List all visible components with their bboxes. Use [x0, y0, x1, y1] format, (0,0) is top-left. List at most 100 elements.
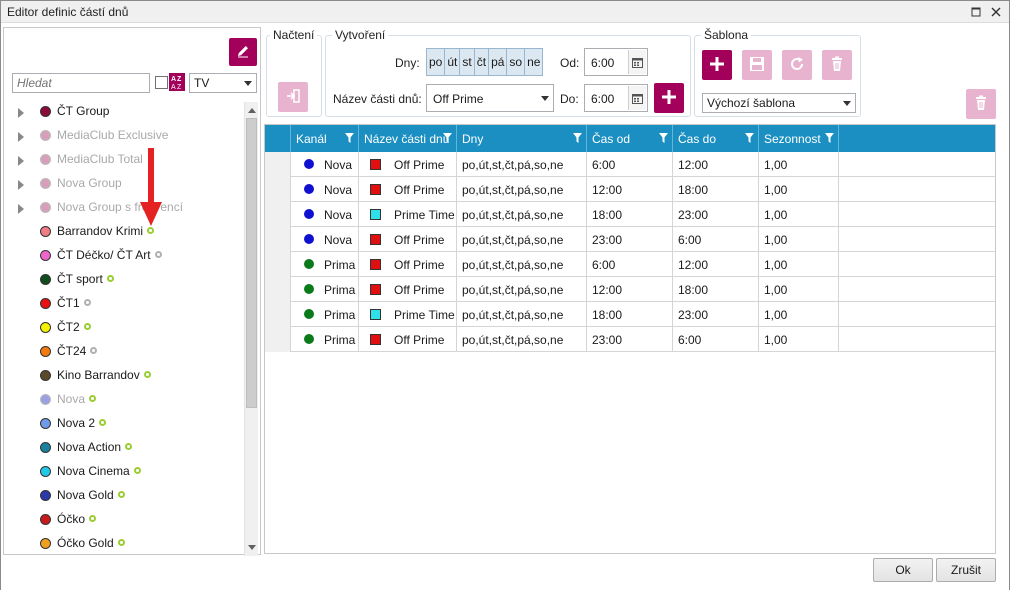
column-header[interactable]: Název části dnů	[359, 125, 457, 152]
day-toggle[interactable]: st	[459, 48, 475, 76]
column-header[interactable]: Kanál	[291, 125, 359, 152]
expand-arrow-icon[interactable]	[18, 180, 24, 190]
calendar-icon[interactable]	[628, 86, 646, 110]
load-button[interactable]	[278, 82, 308, 112]
tree-channel-item[interactable]: ČT sport	[4, 268, 242, 292]
edit-button[interactable]	[229, 38, 257, 66]
delete-template-button[interactable]	[822, 50, 852, 80]
channel-cell-text: Nova	[324, 233, 353, 247]
expand-arrow-icon[interactable]	[18, 132, 24, 142]
tree-channel-item[interactable]: Nova Cinema	[4, 460, 242, 484]
channel-color-dot	[304, 309, 314, 319]
scroll-down-icon[interactable]	[248, 545, 256, 550]
column-header-label: Čas od	[592, 132, 631, 146]
expand-arrow-icon[interactable]	[18, 204, 24, 214]
media-type-select[interactable]: TV	[189, 73, 257, 93]
close-icon[interactable]	[987, 3, 1005, 21]
table-row[interactable]: Prima Prime Time po,út,st,čt,pá,so,ne 18:00…	[265, 302, 995, 327]
day-toggle[interactable]: čt	[473, 48, 490, 76]
tree-channel-item[interactable]: Barrandov Krimi	[4, 220, 242, 244]
select-all-checkbox[interactable]	[155, 76, 168, 89]
table-row[interactable]: Prima Off Prime po,út,st,čt,pá,so,ne 23:00 6…	[265, 327, 995, 352]
to-time-input[interactable]: 6:00	[584, 84, 648, 112]
filter-icon[interactable]	[443, 133, 452, 143]
column-header[interactable]: Čas do	[673, 125, 759, 152]
refresh-icon	[789, 56, 805, 75]
column-header[interactable]: Čas od	[587, 125, 673, 152]
day-toggle[interactable]: po	[426, 48, 446, 76]
refresh-template-button[interactable]	[782, 50, 812, 80]
filter-icon[interactable]	[745, 133, 754, 143]
row-selector[interactable]	[265, 277, 291, 302]
table-row[interactable]: Nova Off Prime po,út,st,čt,pá,so,ne 23:00 6:…	[265, 227, 995, 252]
tree-channel-item[interactable]: Kino Barrandov	[4, 364, 242, 388]
tree-channel-item[interactable]: Nova 2	[4, 412, 242, 436]
table-row[interactable]: Nova Off Prime po,út,st,čt,pá,so,ne 6:00 12:…	[265, 152, 995, 177]
tree-channel-item[interactable]: ČT2	[4, 316, 242, 340]
row-selector[interactable]	[265, 252, 291, 277]
editor-window: Editor definic částí dnů AZAZ TV	[0, 0, 1010, 590]
save-template-button[interactable]	[742, 50, 772, 80]
days-cell: po,út,st,čt,pá,so,ne	[457, 227, 587, 252]
row-selector[interactable]	[265, 302, 291, 327]
cancel-button[interactable]: Zrušit	[936, 558, 996, 582]
row-selector[interactable]	[265, 202, 291, 227]
seasonality-cell: 1,00	[759, 302, 839, 327]
column-header[interactable]: Sezonnost	[759, 125, 839, 152]
day-toggle[interactable]: so	[506, 48, 526, 76]
tree-channel-item[interactable]: Nova Action	[4, 436, 242, 460]
tree-scrollbar[interactable]	[244, 102, 258, 556]
svg-text:A: A	[171, 76, 176, 83]
filter-icon[interactable]	[659, 133, 668, 143]
tree-group-item[interactable]: MediaClub Total	[4, 148, 242, 172]
channel-color-dot	[40, 202, 51, 213]
part-name-select[interactable]: Off Prime	[426, 84, 554, 112]
new-template-button[interactable]	[702, 50, 732, 80]
table-row[interactable]: Nova Prime Time po,út,st,čt,pá,so,ne 18:00 2…	[265, 202, 995, 227]
tree-item-label: Nova Cinema	[57, 464, 141, 478]
tree-channel-item[interactable]: Nova	[4, 388, 242, 412]
filter-icon[interactable]	[345, 133, 354, 143]
tree-group-item[interactable]: Nova Group s frekvencí	[4, 196, 242, 220]
table-row[interactable]: Nova Off Prime po,út,st,čt,pá,so,ne 12:00 18…	[265, 177, 995, 202]
row-selector[interactable]	[265, 327, 291, 352]
table-row[interactable]: Prima Off Prime po,út,st,čt,pá,so,ne 12:00 1…	[265, 277, 995, 302]
tree-channel-item[interactable]: ČT Déčko/ ČT Art	[4, 244, 242, 268]
day-toggle[interactable]: ne	[524, 48, 544, 76]
filter-icon[interactable]	[573, 133, 582, 143]
days-selector: po út st čt pá so ne	[426, 48, 544, 76]
filter-icon[interactable]	[825, 133, 834, 143]
ok-button[interactable]: Ok	[873, 558, 933, 582]
row-selector[interactable]	[265, 152, 291, 177]
day-toggle[interactable]: pá	[488, 48, 508, 76]
tree-channel-item[interactable]: Óčko Gold	[4, 532, 242, 556]
calendar-icon[interactable]	[628, 50, 646, 74]
scroll-up-icon[interactable]	[248, 108, 256, 113]
expand-arrow-icon[interactable]	[18, 156, 24, 166]
channel-cell: Nova	[291, 227, 359, 252]
row-selector[interactable]	[265, 227, 291, 252]
tree-group-item[interactable]: Nova Group	[4, 172, 242, 196]
tree-channel-item[interactable]: ČT1	[4, 292, 242, 316]
scroll-thumb[interactable]	[246, 118, 257, 408]
tree-channel-item[interactable]: ČT24	[4, 340, 242, 364]
template-select[interactable]: Výchozí šablona	[702, 93, 856, 113]
row-selector[interactable]	[265, 177, 291, 202]
add-part-button[interactable]	[654, 83, 684, 113]
search-input[interactable]	[12, 73, 150, 93]
day-toggle[interactable]: út	[444, 48, 461, 76]
time-to-cell-text: 12:00	[678, 258, 709, 272]
sort-az-icon[interactable]: AZAZ	[169, 73, 185, 91]
tree-channel-item[interactable]: Nova Gold	[4, 484, 242, 508]
tree-channel-item[interactable]: Óčko	[4, 508, 242, 532]
from-time-input[interactable]: 6:00	[584, 48, 648, 76]
restore-icon[interactable]	[967, 3, 985, 21]
channel-color-dot	[40, 250, 51, 261]
time-from-cell-text: 23:00	[592, 333, 623, 347]
table-row[interactable]: Prima Off Prime po,út,st,čt,pá,so,ne 6:00 12…	[265, 252, 995, 277]
delete-rows-button[interactable]	[966, 89, 996, 119]
tree-group-item[interactable]: MediaClub Exclusive	[4, 124, 242, 148]
tree-group-item[interactable]: ČT Group	[4, 100, 242, 124]
column-header[interactable]: Dny	[457, 125, 587, 152]
expand-arrow-icon[interactable]	[18, 108, 24, 118]
